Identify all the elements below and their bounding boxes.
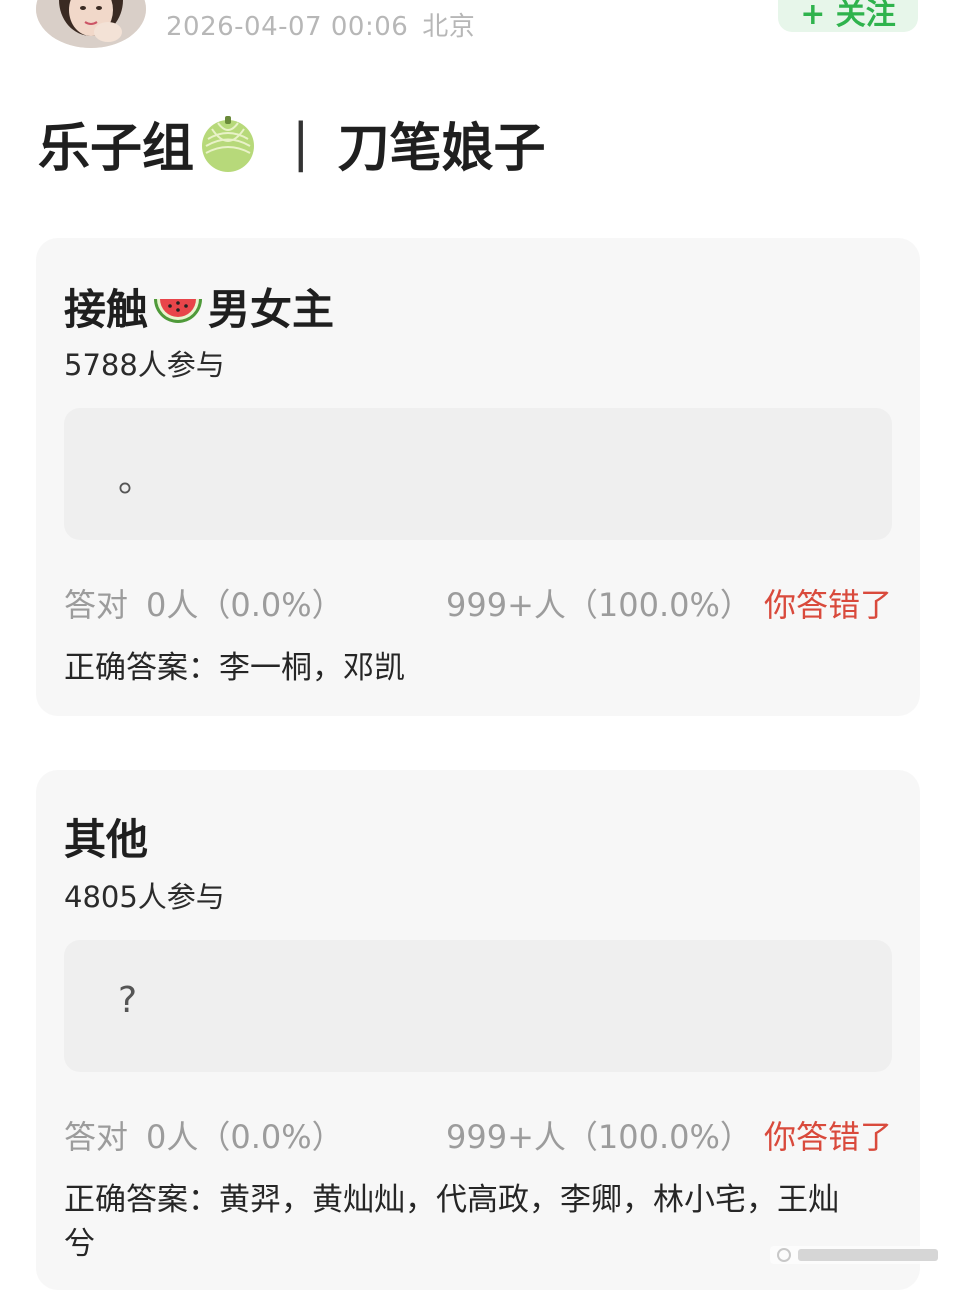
quiz-title-part: 男女主: [208, 285, 335, 334]
quiz-card: 接触 男女主 5788人参与 。 答对 0人（0.0%） 999+人（100.0%…: [36, 238, 920, 716]
correct-label: 答对: [64, 586, 129, 624]
quiz-title: 接触 男女主: [64, 276, 334, 337]
correct-answer-label: 正确答案：: [64, 1182, 219, 1218]
quiz-participants: 4805人参与: [64, 880, 225, 914]
post-title-left: 乐子组: [38, 118, 195, 179]
post-header: 2026-04-07 00:06 北京 + 关注: [0, 0, 960, 60]
correct-answer: 正确答案：黄羿，黄灿灿，代高政，李卿，林小宅，王灿兮: [64, 1178, 864, 1266]
correct-count: 0人（0.0%）: [146, 1118, 344, 1156]
answer-box[interactable]: ?: [64, 940, 892, 1072]
post-meta: 2026-04-07 00:06 北京: [166, 6, 475, 43]
quiz-title-part: 接触: [64, 285, 149, 334]
correct-count: 0人（0.0%）: [146, 586, 344, 624]
wrong-count: 999+人（100.0%）: [446, 586, 752, 624]
title-separator: |: [292, 113, 310, 173]
correct-stat: 答对 0人（0.0%）: [64, 580, 344, 626]
correct-label: 答对: [64, 1118, 129, 1156]
quiz-title: 其他: [64, 815, 149, 864]
answer-text: ?: [118, 980, 138, 1021]
answer-text: 。: [118, 459, 155, 500]
quiz-card: 其他 4805人参与 ? 答对 0人（0.0%） 999+人（100.0%） 你答…: [36, 770, 920, 1290]
correct-stat: 答对 0人（0.0%）: [64, 1112, 344, 1158]
verdict-text: 你答错了: [763, 586, 892, 624]
follow-button[interactable]: + 关注: [778, 0, 918, 32]
quiz-stats: 答对 0人（0.0%） 999+人（100.0%） 你答错了: [64, 580, 892, 626]
watermelon-icon: [150, 279, 206, 335]
watermark-logo: [760, 1238, 960, 1270]
correct-answer-label: 正确答案：: [64, 650, 219, 686]
post-title-right: 刀笔娘子: [337, 118, 546, 179]
answer-box[interactable]: 。: [64, 408, 892, 540]
quiz-stats: 答对 0人（0.0%） 999+人（100.0%） 你答错了: [64, 1112, 892, 1158]
wrong-count: 999+人（100.0%）: [446, 1118, 752, 1156]
verdict-text: 你答错了: [763, 1118, 892, 1156]
post-location: 北京: [422, 12, 476, 42]
author-avatar[interactable]: [36, 0, 146, 48]
quiz-participants: 5788人参与: [64, 348, 225, 382]
correct-answer: 正确答案：李一桐，邓凯: [64, 646, 864, 690]
post-title: 乐子组 | 刀笔娘子: [38, 108, 546, 179]
correct-answer-value: 李一桐，邓凯: [219, 650, 405, 686]
post-timestamp: 2026-04-07 00:06: [166, 12, 409, 42]
melon-icon: [198, 113, 258, 173]
